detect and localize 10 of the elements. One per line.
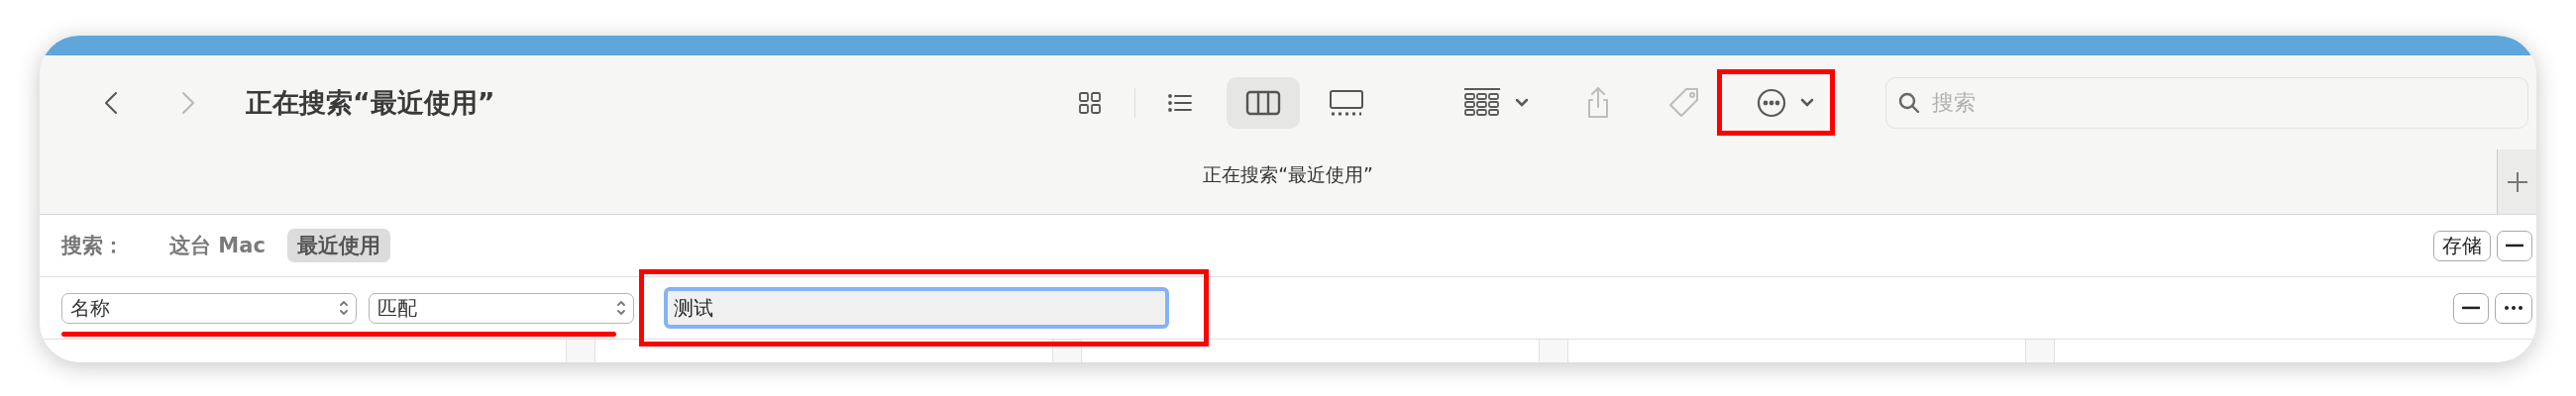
save-button[interactable]: 存储 bbox=[2433, 230, 2491, 261]
attribute-select[interactable]: 名称 bbox=[61, 292, 357, 324]
scope-button[interactable]: 最近使用 bbox=[286, 229, 390, 262]
search-field[interactable]: 搜索 bbox=[1885, 76, 2528, 129]
scope-button[interactable]: 这台 Mac bbox=[160, 229, 275, 262]
criteria-value-field[interactable]: 测试 bbox=[664, 287, 1169, 329]
operator-select[interactable]: 匹配 bbox=[369, 292, 634, 324]
window-title: 正在搜索“最近使用” bbox=[246, 85, 495, 120]
scope-label: 搜索： bbox=[61, 233, 124, 259]
tab[interactable]: 正在搜索“最近使用” bbox=[1203, 161, 1373, 188]
